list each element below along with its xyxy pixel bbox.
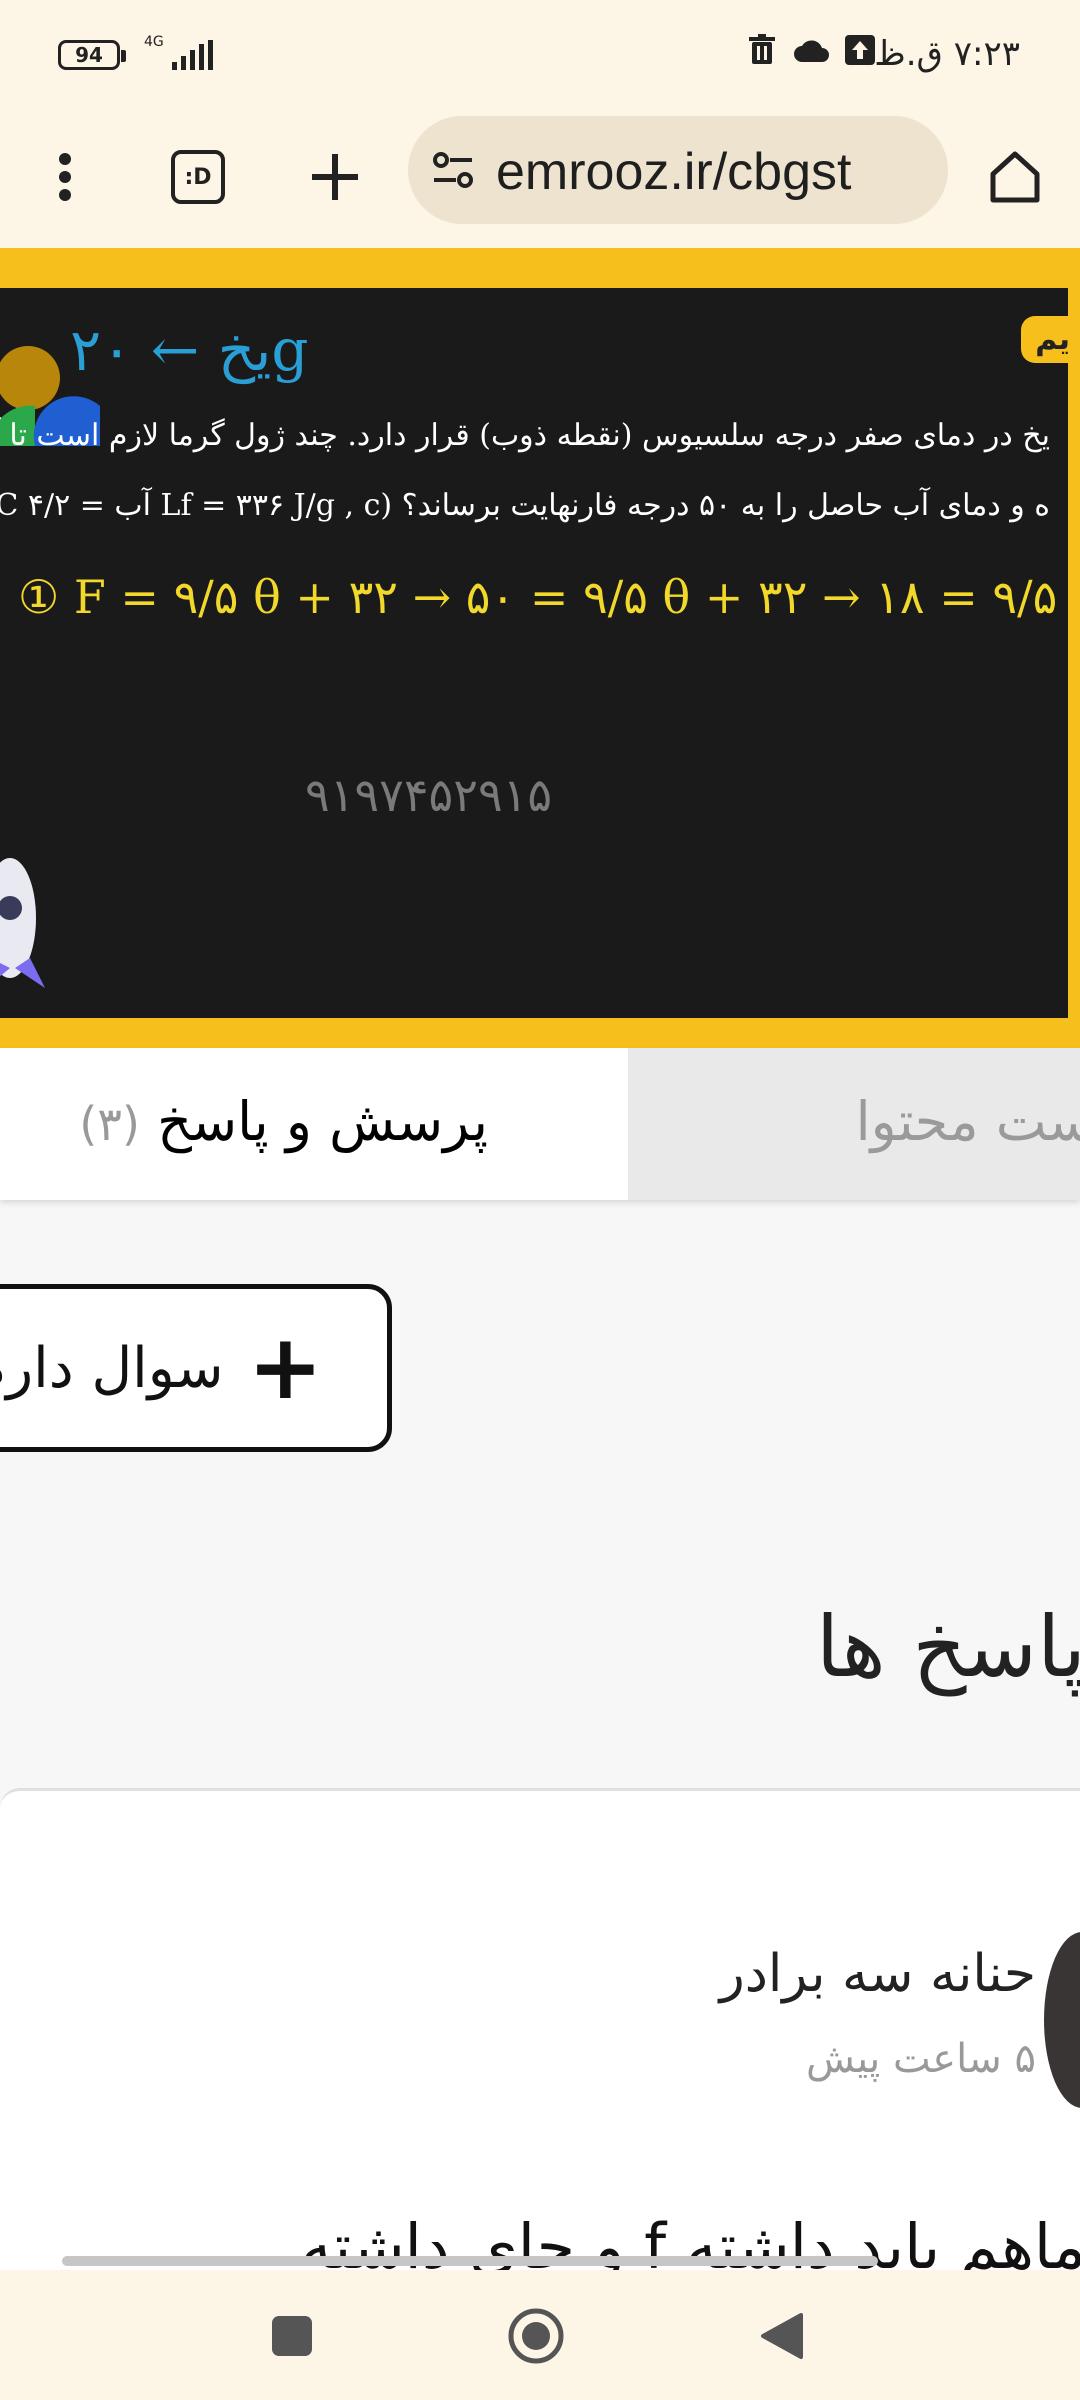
tab-questions-label: پرسش و پاسخ [157, 1090, 488, 1153]
signal-bars-icon [172, 40, 213, 70]
plus-icon [312, 154, 358, 200]
plus-icon: + [247, 1315, 323, 1420]
question-line-1: یخ در دمای صفر درجه سلسیوس (نقطه ذوب) قر… [0, 418, 1050, 453]
answer-time: ۵ ساعت پیش [806, 2036, 1036, 2082]
status-bar: 94 4G ۷:۲۳ ق.ظ [0, 0, 1080, 112]
whiteboard: یخ ← ۲۰g یخ در دمای صفر درجه سلسیوس (نقط… [0, 288, 1068, 1018]
home-button[interactable] [970, 132, 1060, 222]
network-type: 4G [144, 34, 164, 50]
tab-content-label: ست محتوا [855, 1090, 1080, 1153]
battery-indicator: 94 [58, 40, 126, 70]
home-icon [990, 151, 1040, 203]
answers-heading: پاسخ ها [815, 1598, 1080, 1696]
answer-author[interactable]: حنانه سه برادر [720, 1944, 1036, 2004]
phone-watermark: ۹۱۹۷۴۵۲۹۱۵ [305, 768, 553, 822]
rocket-icon [0, 848, 50, 1002]
status-icons [747, 34, 875, 74]
ask-question-label: سوال دارم [0, 1335, 224, 1401]
upload-icon [845, 35, 875, 73]
recent-apps-button[interactable] [262, 2306, 322, 2366]
answer-card [0, 1788, 1080, 2271]
content-tabs: پرسش و پاسخ (۳) ست محتوا [0, 1048, 1080, 1200]
tab-questions[interactable]: پرسش و پاسخ (۳) [0, 1048, 628, 1200]
more-vert-icon [59, 153, 71, 201]
more-menu-button[interactable] [20, 132, 110, 222]
url-text[interactable]: emrooz.ir/cbgst [496, 142, 851, 202]
chapter-badge: یم [1021, 316, 1080, 363]
horizontal-scrollbar[interactable] [62, 2256, 878, 2266]
handwriting-formula: ① F = ۹/۵ θ + ۳۲ → ۵۰ = ۹/۵ θ + ۳۲ → ۱۸ … [18, 570, 1068, 624]
question-line-2: ه و دمای آب حاصل را به ۵۰ درجه فارنهایت … [0, 488, 1050, 523]
tune-icon[interactable] [432, 150, 476, 194]
ask-question-button[interactable]: سوال دارم + [0, 1284, 392, 1452]
new-tab-button[interactable] [290, 132, 380, 222]
tab-content[interactable]: ست محتوا [628, 1048, 1080, 1200]
clock: ۷:۲۳ ق.ظ [874, 34, 1020, 74]
tab-switcher-label: :D [171, 150, 225, 204]
back-triangle-icon [761, 2313, 803, 2359]
home-nav-button[interactable] [506, 2306, 566, 2366]
tab-questions-count: (۳) [79, 1097, 140, 1151]
video-player[interactable]: یخ ← ۲۰g یخ در دمای صفر درجه سلسیوس (نقط… [0, 248, 1080, 1048]
address-bar[interactable]: emrooz.ir/cbgst [408, 116, 948, 224]
handwriting-top: یخ ← ۲۰g [70, 316, 309, 384]
trash-icon [747, 34, 777, 74]
system-nav-bar [0, 2270, 1080, 2400]
back-button[interactable] [752, 2306, 812, 2366]
square-icon [272, 2316, 312, 2356]
circle-icon [508, 2308, 564, 2364]
tab-switcher-button[interactable]: :D [153, 132, 243, 222]
cloud-icon [793, 37, 829, 72]
